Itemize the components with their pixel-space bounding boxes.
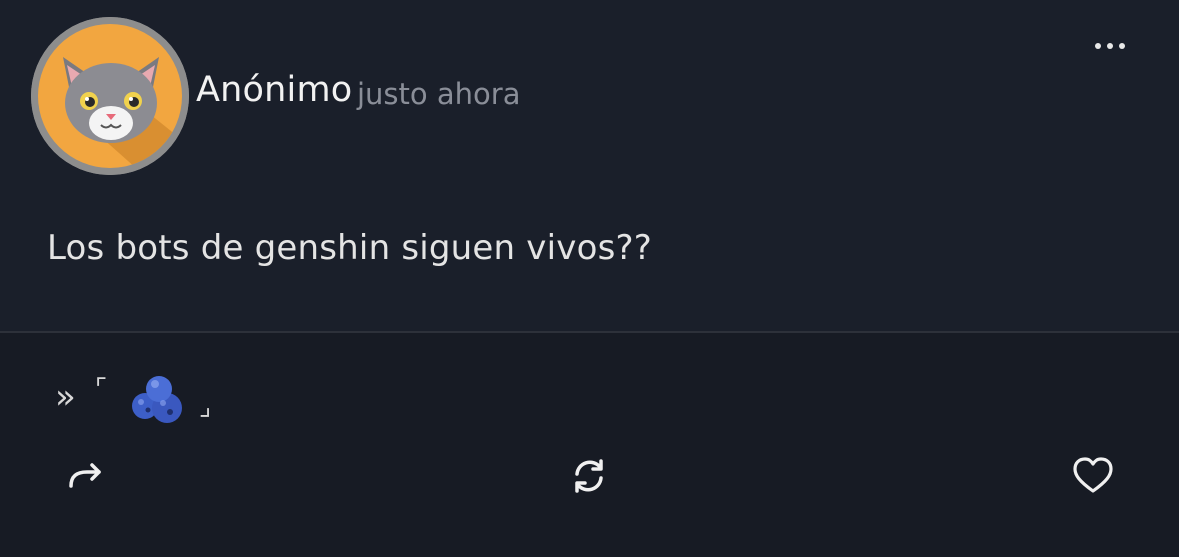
signature-bracket-close: ⌟ [199, 392, 212, 422]
repost-icon [575, 459, 603, 493]
repost-button[interactable] [565, 452, 613, 500]
avatar[interactable] [31, 17, 189, 175]
cat-face-icon [31, 17, 189, 175]
more-options-icon[interactable] [1085, 34, 1135, 58]
blueberries-icon [132, 376, 182, 423]
share-button[interactable] [61, 452, 109, 500]
post-content: Los bots de genshin siguen vivos?? [47, 228, 652, 268]
post-timestamp: justo ahora [357, 77, 521, 111]
like-button[interactable] [1069, 452, 1117, 500]
author-name[interactable]: Anónimo [196, 70, 352, 110]
signature-arrows: » [55, 377, 76, 417]
signature-bracket-open: ⌜ [95, 374, 108, 404]
share-arrow-icon [69, 463, 101, 488]
post-card: Anónimo justo ahora Los bots de genshin … [0, 0, 1179, 332]
heart-icon [1073, 457, 1113, 493]
post-footer [0, 333, 1179, 557]
